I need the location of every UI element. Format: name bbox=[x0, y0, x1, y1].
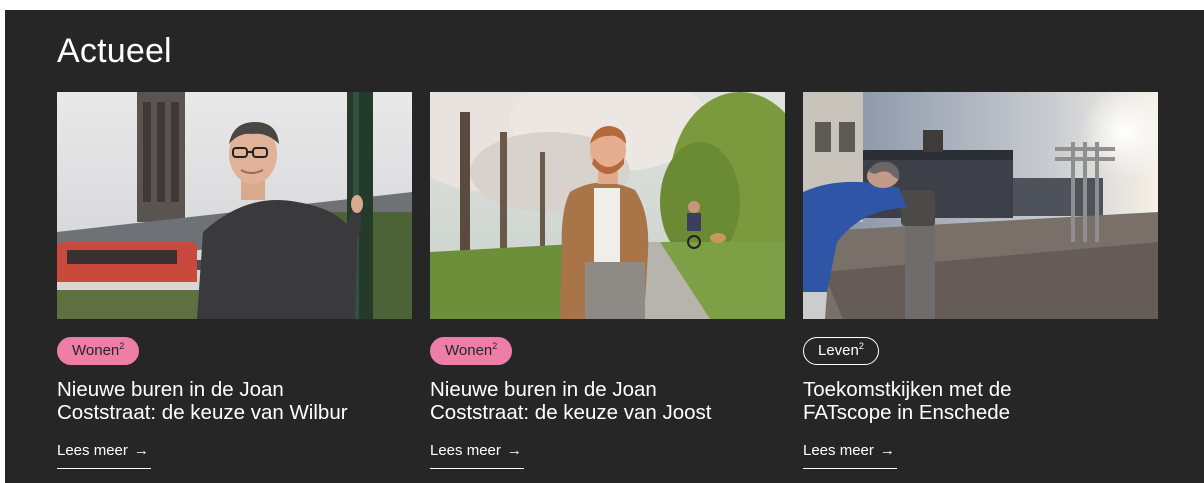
read-more-link[interactable]: Lees meer → bbox=[803, 440, 897, 469]
read-more-label: Lees meer bbox=[57, 442, 128, 459]
category-label: Wonen bbox=[445, 342, 493, 359]
read-more-link[interactable]: Lees meer → bbox=[430, 440, 524, 469]
news-card-photo[interactable] bbox=[57, 92, 412, 319]
title-line-2: Coststraat: de keuze van Joost bbox=[430, 401, 712, 424]
category-superscript: 2 bbox=[119, 341, 125, 351]
read-more-label: Lees meer bbox=[803, 442, 874, 459]
category-tag-leven[interactable]: Leven2 bbox=[803, 337, 879, 365]
news-card: Wonen2 Nieuwe buren in de Joan Coststraa… bbox=[430, 92, 785, 477]
news-section: Actueel Wonen2 Nieuwe buren in de Joan C… bbox=[5, 10, 1204, 483]
title-line-1: Nieuwe buren in de Joan bbox=[430, 378, 657, 401]
news-card-photo[interactable] bbox=[803, 92, 1158, 319]
category-label: Wonen bbox=[72, 342, 120, 359]
category-tag-wonen[interactable]: Wonen2 bbox=[430, 337, 513, 365]
title-line-1: Nieuwe buren in de Joan bbox=[57, 378, 284, 401]
category-superscript: 2 bbox=[858, 341, 864, 351]
category-label: Leven bbox=[818, 342, 859, 359]
read-more-label: Lees meer bbox=[430, 442, 501, 459]
title-line-2: Coststraat: de keuze van Wilbur bbox=[57, 401, 348, 424]
arrow-right-icon: → bbox=[506, 442, 522, 459]
read-more-link[interactable]: Lees meer → bbox=[57, 440, 151, 469]
news-card-photo[interactable] bbox=[430, 92, 785, 319]
arrow-right-icon: → bbox=[133, 442, 149, 459]
section-title: Actueel bbox=[57, 32, 172, 70]
news-card-title[interactable]: Toekomstkijken met de FATscope in Ensche… bbox=[803, 378, 1163, 424]
news-card-title[interactable]: Nieuwe buren in de Joan Coststraat: de k… bbox=[430, 378, 790, 424]
photo-man-at-station bbox=[57, 92, 412, 319]
photo-fatscope-square bbox=[803, 92, 1158, 319]
category-tag-wonen[interactable]: Wonen2 bbox=[57, 337, 140, 365]
photo-man-on-path bbox=[430, 92, 785, 319]
news-card-title[interactable]: Nieuwe buren in de Joan Coststraat: de k… bbox=[57, 378, 417, 424]
title-line-1: Toekomstkijken met de bbox=[803, 378, 1012, 401]
arrow-right-icon: → bbox=[879, 442, 895, 459]
news-card: Wonen2 Nieuwe buren in de Joan Coststraa… bbox=[57, 92, 412, 477]
title-line-2: FATscope in Enschede bbox=[803, 401, 1011, 424]
news-card: Leven2 Toekomstkijken met de FATscope in… bbox=[803, 92, 1158, 477]
category-superscript: 2 bbox=[492, 341, 498, 351]
